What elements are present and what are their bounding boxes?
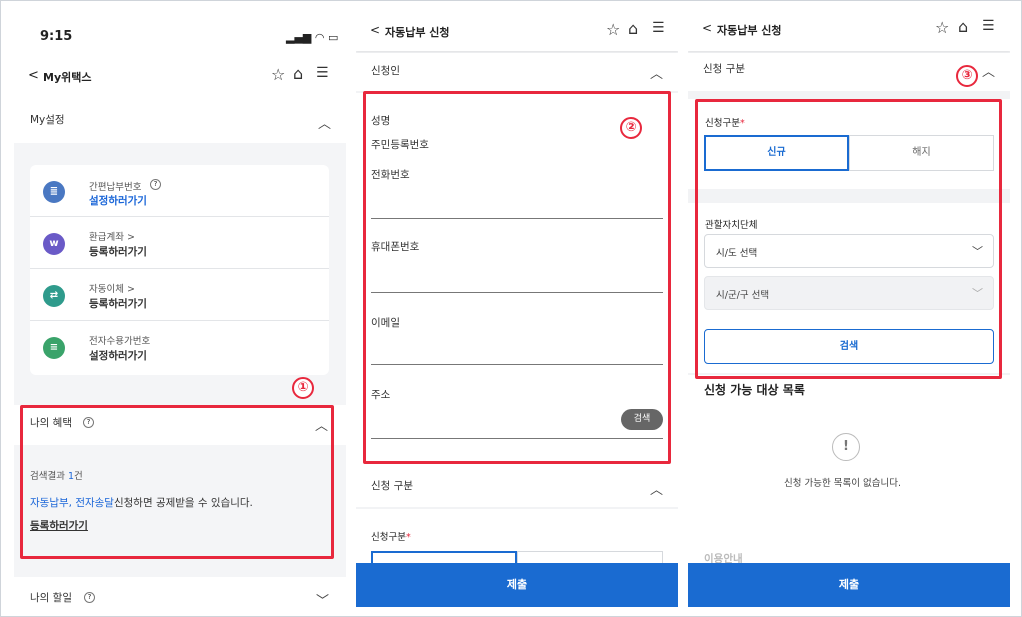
marker-1: ① (292, 377, 314, 399)
item-title[interactable]: 환급계좌 > (89, 229, 135, 243)
home-icon[interactable]: ⌂ (958, 17, 968, 36)
home-icon[interactable]: ⌂ (293, 64, 303, 83)
star-icon[interactable]: ☆ (606, 20, 620, 39)
item-link[interactable]: 설정하러가기 (89, 348, 147, 363)
status-time: 9:15 (40, 29, 73, 44)
highlight-box-2 (363, 91, 671, 464)
my-wetax-screen: 9:15 ▂▄▆ ◠ ▭ < My위택스 ☆ ⌂ ☰ My설정 ︿ ≣ 간편납부… (14, 7, 346, 607)
type-label-text: 신청구분 (371, 532, 406, 543)
item-link[interactable]: 등록하러가기 (89, 296, 147, 311)
star-icon[interactable]: ☆ (271, 65, 285, 84)
submit-button[interactable]: 제출 (356, 563, 678, 607)
divider (30, 268, 329, 269)
highlight-box-3 (695, 99, 1002, 379)
alert-icon: ! (832, 433, 860, 461)
page-title: 자동납부 신청 (717, 24, 782, 37)
star-icon[interactable]: ☆ (935, 18, 949, 37)
section-title: 신청 구분 (371, 480, 413, 492)
required-mark: * (405, 532, 411, 543)
item-title: 간편납부번호 (89, 182, 142, 193)
applicant-section-header[interactable] (356, 53, 678, 91)
section-title: 신청 구분 (703, 63, 745, 75)
clipboard-icon: ≡ (43, 337, 65, 359)
back-button[interactable]: < (370, 23, 380, 37)
empty-message: 신청 가능한 목록이 없습니다. (784, 478, 901, 489)
home-icon[interactable]: ⌂ (628, 19, 638, 38)
section-title: 신청인 (371, 65, 400, 77)
page-title: My위택스 (43, 71, 92, 84)
help-icon[interactable]: ? (84, 592, 95, 603)
back-button[interactable]: < (702, 21, 712, 35)
type-label: 신청구분* (371, 529, 411, 543)
screenshot-stage: 9:15 ▂▄▆ ◠ ▭ < My위택스 ☆ ⌂ ☰ My설정 ︿ ≣ 간편납부… (0, 0, 1022, 617)
my-settings-title: My설정 (30, 114, 65, 126)
list-title: 신청 가능 대상 목록 (704, 383, 805, 397)
divider (30, 216, 329, 217)
auto-payment-screen-applicant: < 자동납부 신청 ☆ ⌂ ☰ 신청인 ︿ 성명 주민등록번호 전화번호 휴대폰… (356, 7, 678, 607)
todo-title: 나의 할일 (30, 592, 72, 604)
collapse-icon[interactable]: ︿ (318, 113, 331, 132)
marker-2: ② (620, 117, 642, 139)
page-title: 자동납부 신청 (385, 26, 450, 39)
collapse-icon[interactable]: ︿ (982, 61, 995, 80)
collapse-icon[interactable]: ︿ (650, 63, 663, 82)
settings-card (30, 165, 329, 375)
collapse-icon[interactable]: ︿ (650, 479, 663, 498)
item-link[interactable]: 등록하러가기 (89, 244, 147, 259)
marker-3: ③ (956, 65, 978, 87)
item-link[interactable]: 설정하러가기 (89, 193, 147, 208)
menu-icon[interactable]: ☰ (316, 65, 329, 81)
item-title: 전자수용가번호 (89, 336, 151, 347)
status-icons: ▂▄▆ ◠ ▭ (286, 31, 339, 44)
help-icon[interactable]: ? (150, 179, 161, 190)
expand-icon[interactable]: ﹀ (316, 590, 329, 607)
won-icon: w (43, 233, 65, 255)
item-title[interactable]: 자동이체 > (89, 281, 135, 295)
divider (30, 320, 329, 321)
auto-payment-screen-type: < 자동납부 신청 ☆ ⌂ ☰ 신청 구분 ︿ 신청구분* 신규 해지 관할자치… (688, 7, 1010, 607)
submit-button[interactable]: 제출 (688, 563, 1010, 607)
menu-icon[interactable]: ☰ (982, 18, 995, 34)
highlight-box-1 (20, 405, 334, 559)
target-list-section (688, 375, 1010, 563)
header-area (14, 7, 346, 101)
menu-icon[interactable]: ☰ (652, 20, 665, 36)
back-button[interactable]: < (28, 68, 39, 83)
doc-icon: ≣ (43, 181, 65, 203)
transfer-icon: ⇄ (43, 285, 65, 307)
